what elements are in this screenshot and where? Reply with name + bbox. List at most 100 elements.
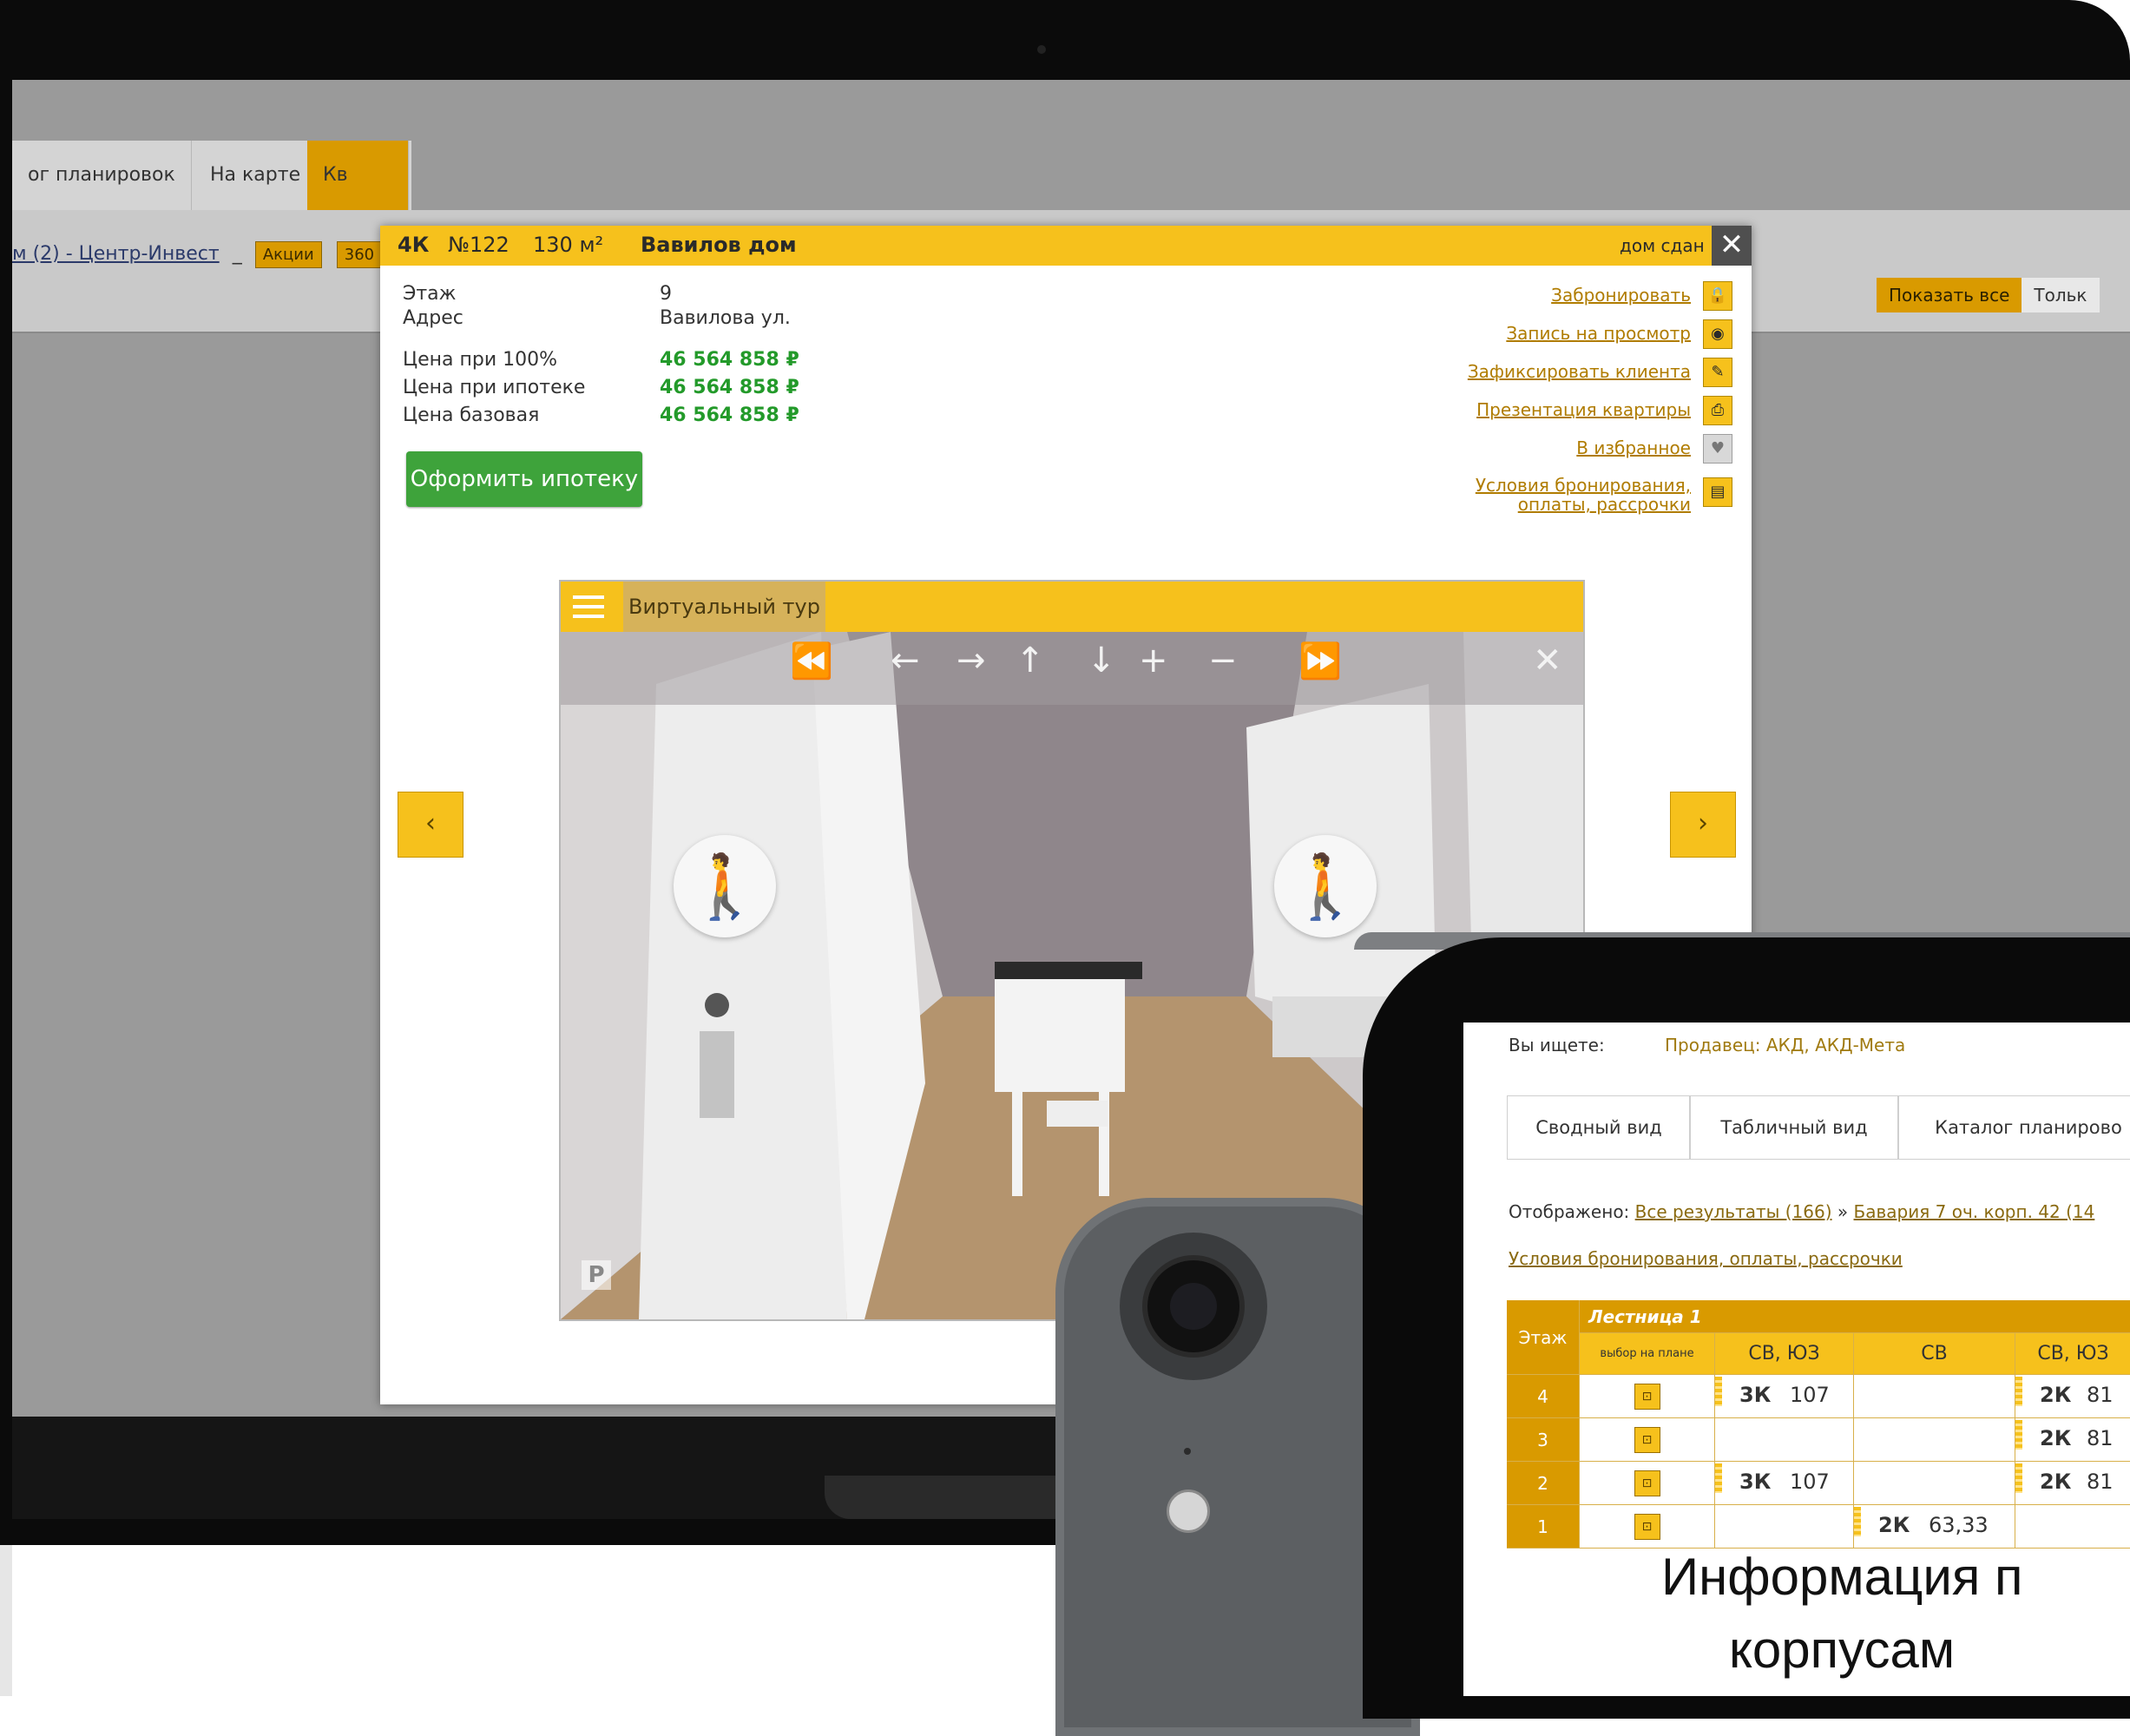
fix-client-link[interactable]: Зафиксировать клиента <box>1468 361 1691 382</box>
document-icon[interactable]: ▤ <box>1703 477 1732 507</box>
next-arrow-button[interactable]: › <box>1670 792 1736 858</box>
price-base-value: 46 564 858 ₽ <box>660 404 799 426</box>
arrow-down-icon[interactable]: ↓ <box>1087 641 1116 681</box>
grid-plan-cell[interactable]: ⊡ <box>1580 1462 1715 1505</box>
floor-plan-icon[interactable]: ⊡ <box>1634 1470 1660 1496</box>
price-full-value: 46 564 858 ₽ <box>660 349 799 371</box>
apartment-cell[interactable]: 2К 63,33 <box>1854 1505 2015 1549</box>
tab-table[interactable]: Табличный вид <box>1689 1095 1899 1160</box>
book-link[interactable]: Забронировать <box>1551 285 1691 306</box>
floor-plan-icon[interactable]: ⊡ <box>1634 1384 1660 1410</box>
walk-hotspot-left-icon[interactable]: 🚶 <box>674 835 776 937</box>
show-all-button[interactable]: Показать все <box>1877 278 2022 312</box>
arrow-left-icon[interactable]: ← <box>891 641 920 681</box>
zoom-in-icon[interactable]: + <box>1139 641 1168 681</box>
mortgage-button[interactable]: Оформить ипотеку <box>406 451 642 507</box>
floor-label: Этаж <box>403 283 457 305</box>
bg-360-chip[interactable]: 360 <box>336 241 383 268</box>
favorite-link[interactable]: В избранное <box>1576 437 1691 458</box>
fast-forward-icon[interactable]: ⏩ <box>1298 641 1342 681</box>
apartment-area: 107 <box>1789 1383 1830 1407</box>
apartment-area: 107 <box>1789 1470 1830 1494</box>
apartment-area: 81 <box>2086 1470 2114 1494</box>
grid-floor-cell: 3 <box>1507 1418 1580 1462</box>
flash-icon <box>1167 1489 1210 1533</box>
apartment-type: 3К <box>1739 1470 1772 1494</box>
apartment-type: 2К <box>2040 1470 2072 1494</box>
caption-line-2: корпусам <box>1729 1621 1956 1679</box>
bg-tab-apartments[interactable]: Кв <box>307 141 409 210</box>
zoom-out-icon[interactable]: − <box>1208 641 1238 681</box>
grid-plan-cell[interactable]: ⊡ <box>1580 1505 1715 1549</box>
modal-rooms: 4К <box>398 233 430 257</box>
address-value: Вавилова ул. <box>660 307 791 329</box>
apartment-marker <box>2015 1420 2022 1450</box>
floor-plan-icon[interactable]: ⊡ <box>1634 1427 1660 1453</box>
apartment-type: 2К <box>1878 1513 1910 1537</box>
close-button[interactable]: ✕ <box>1712 226 1752 266</box>
tour-title: Виртуальный тур <box>623 582 825 632</box>
fullscreen-icon[interactable]: ✕ <box>1533 641 1562 681</box>
print-icon[interactable]: ⎙ <box>1703 396 1732 425</box>
eye-icon[interactable]: ◉ <box>1703 319 1732 349</box>
conditions-link[interactable]: Условия бронирования, оплаты, рассрочки <box>1476 476 1691 514</box>
grid-stair-header: Лестница 1 <box>1580 1300 2130 1333</box>
shown-sep: » <box>1837 1201 1849 1222</box>
all-results-link[interactable]: Все результаты (166) <box>1635 1201 1832 1222</box>
apartment-marker <box>2015 1463 2022 1493</box>
heart-icon[interactable]: ♥ <box>1703 434 1732 464</box>
apartment-type: 2К <box>2040 1426 2072 1450</box>
apartment-cell-empty <box>2015 1505 2130 1549</box>
apartment-cell[interactable]: 3К 107 <box>1715 1462 1854 1505</box>
bg-breadcrumb-link[interactable]: м (2) - Центр-Инвест <box>12 243 220 265</box>
walk-hotspot-right-icon[interactable]: 🚶 <box>1274 835 1377 937</box>
grid-col-header: СВ, ЮЗ <box>2015 1333 2130 1375</box>
viewing-link[interactable]: Запись на просмотр <box>1506 323 1691 344</box>
bg-tab-map[interactable]: На карте <box>194 141 318 210</box>
arrow-up-icon[interactable]: ↑ <box>1016 641 1045 681</box>
modal-area: 130 м² <box>533 233 604 257</box>
apartment-cell-empty <box>1854 1375 2015 1418</box>
grid-plan-cell[interactable]: ⊡ <box>1580 1375 1715 1418</box>
phone-mic <box>1184 1448 1191 1455</box>
apartment-area: 81 <box>2086 1383 2114 1407</box>
floor-plan-icon[interactable]: ⊡ <box>1634 1514 1660 1540</box>
caption-line-1: Информация п <box>1661 1548 2023 1606</box>
tour-watermark-logo: P <box>582 1260 611 1290</box>
apartment-cell-empty <box>1854 1418 2015 1462</box>
grid-plan-cell[interactable]: ⊡ <box>1580 1418 1715 1462</box>
presentation-link[interactable]: Презентация квартиры <box>1476 399 1691 420</box>
grid-floor-cell: 1 <box>1507 1505 1580 1549</box>
conditions-link-tablet[interactable]: Условия бронирования, оплаты, рассрочки <box>1509 1248 1903 1269</box>
apartment-cell[interactable]: 3К 107 <box>1715 1375 1854 1418</box>
building-link[interactable]: Бавария 7 оч. корп. 42 (14 <box>1854 1201 2095 1222</box>
only-button[interactable]: Тольк <box>2022 278 2100 312</box>
bg-breadcrumb-sep: _ <box>232 243 242 265</box>
shown-line: Отображено: Все результаты (166) » Бавар… <box>1509 1201 2094 1222</box>
arrow-right-icon[interactable]: → <box>957 641 986 681</box>
bg-promo-chip[interactable]: Акции <box>254 241 322 268</box>
apartment-cell[interactable]: 2К 81 <box>2015 1375 2130 1418</box>
price-mortgage-value: 46 564 858 ₽ <box>660 377 799 398</box>
grid-floor-cell: 2 <box>1507 1462 1580 1505</box>
shown-label: Отображено: <box>1509 1201 1630 1222</box>
floor-value: 9 <box>660 283 672 305</box>
bg-tab-catalog[interactable]: ог планировок <box>12 141 192 210</box>
modal-header: 4К №122 130 м² Вавилов дом дом сдан ✕ <box>380 226 1752 266</box>
price-base-label: Цена базовая <box>403 404 540 426</box>
bg-filter-buttons: Показать все Тольк <box>1877 278 2100 312</box>
pin-icon[interactable]: ✎ <box>1703 358 1732 387</box>
apartment-marker <box>1854 1507 1861 1536</box>
rewind-icon[interactable]: ⏪ <box>790 641 833 681</box>
seller-filter: Продавец: АКД, АКД-Мета <box>1665 1035 1906 1055</box>
lock-icon[interactable]: 🔒 <box>1703 281 1732 311</box>
tab-summary[interactable]: Сводный вид <box>1507 1095 1691 1160</box>
apartment-cell[interactable]: 2К 81 <box>2015 1418 2130 1462</box>
apartment-cell[interactable]: 2К 81 <box>2015 1462 2130 1505</box>
tab-catalog[interactable]: Каталог планирово <box>1897 1095 2130 1160</box>
tour-controls-bar <box>561 632 1583 705</box>
apartment-marker <box>1715 1377 1722 1406</box>
prev-arrow-button[interactable]: ‹ <box>398 792 463 858</box>
hamburger-menu-icon[interactable] <box>573 595 604 618</box>
grid-plan-header: выбор на плане <box>1580 1333 1715 1375</box>
